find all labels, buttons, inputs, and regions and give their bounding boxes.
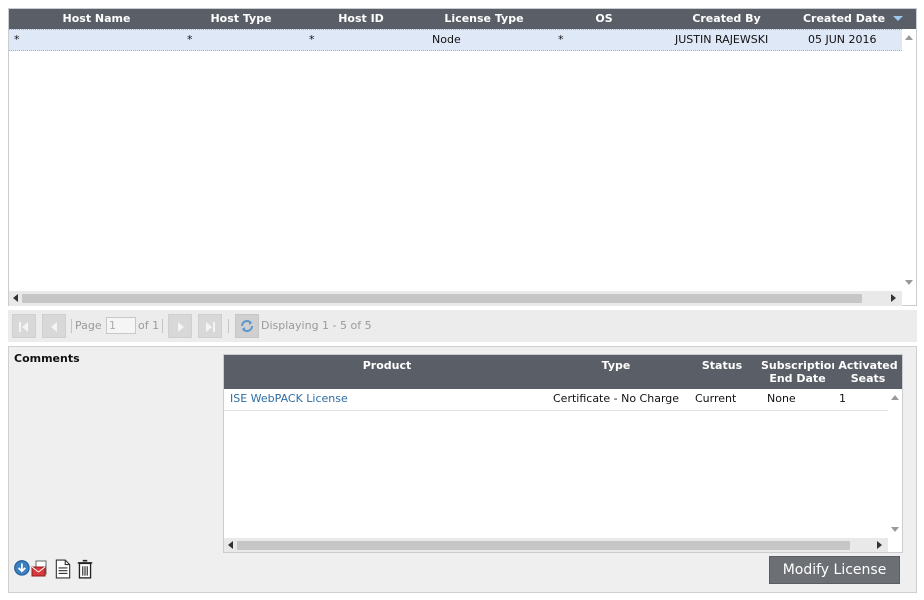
activated-header-line2: Seats <box>850 372 886 385</box>
activated-header-line1: Activated <box>838 359 898 372</box>
license-grid-vertical-scrollbar[interactable] <box>902 29 916 291</box>
table-row[interactable]: ISE WebPACK License Certificate - No Cha… <box>224 389 888 411</box>
previous-page-button[interactable] <box>42 314 66 338</box>
license-grid-horizontal-scrollbar[interactable] <box>9 291 902 306</box>
column-header-product[interactable]: Product <box>224 359 550 372</box>
refresh-button[interactable] <box>235 314 259 338</box>
displaying-status: Displaying 1 - 5 of 5 <box>261 319 372 332</box>
scrollbar-thumb[interactable] <box>237 541 850 550</box>
cell-host-id: * <box>309 33 315 46</box>
scroll-up-icon[interactable] <box>905 35 913 40</box>
last-page-button[interactable] <box>198 314 222 338</box>
column-header-type[interactable]: Type <box>550 359 682 372</box>
cell-activated-seats: 1 <box>839 392 846 405</box>
refresh-icon <box>241 320 253 332</box>
page-label: Page <box>75 319 102 332</box>
cell-status: Current <box>695 392 737 405</box>
cell-os: * <box>558 33 564 46</box>
column-header-created-date[interactable]: Created Date <box>799 9 889 29</box>
sort-descending-icon[interactable] <box>893 16 903 21</box>
toolbar-separator <box>162 319 163 333</box>
download-icon[interactable] <box>14 559 32 579</box>
product-grid: Product Type Status Subscription End Dat… <box>223 354 903 553</box>
toolbar-separator <box>228 319 229 333</box>
column-header-subscription-end-date[interactable]: Subscription End Date <box>761 359 834 385</box>
column-header-host-type[interactable]: Host Type <box>184 9 298 29</box>
column-header-host-name[interactable]: Host Name <box>9 9 184 29</box>
scrollbar-thumb[interactable] <box>22 294 862 303</box>
scroll-up-icon[interactable] <box>891 395 899 400</box>
column-header-activated-seats[interactable]: Activated Seats <box>834 359 902 385</box>
license-grid-header: Host Name Host Type Host ID License Type… <box>9 9 916 29</box>
table-row[interactable]: * * * Node * JUSTIN RAJEWSKI 05 JUN 2016 <box>9 29 902 51</box>
product-link[interactable]: ISE WebPACK License <box>230 392 348 406</box>
page-count-label: of 1 <box>138 319 160 332</box>
cell-subscription-end-date: None <box>767 392 796 405</box>
cell-created-date: 05 JUN 2016 <box>808 33 877 46</box>
scroll-right-icon[interactable] <box>877 541 882 549</box>
column-header-license-type[interactable]: License Type <box>424 9 544 29</box>
page-number-input[interactable] <box>106 317 136 334</box>
product-grid-vertical-scrollbar[interactable] <box>888 389 902 538</box>
subscription-header-line2: End Date <box>769 372 826 385</box>
subscription-header-line1: Subscription <box>761 359 834 372</box>
cell-created-by: JUSTIN RAJEWSKI <box>675 33 769 46</box>
scroll-left-icon[interactable] <box>228 541 233 549</box>
document-icon[interactable] <box>54 559 72 579</box>
column-header-created-by[interactable]: Created By <box>664 9 789 29</box>
column-header-os[interactable]: OS <box>544 9 664 29</box>
next-page-button[interactable] <box>168 314 192 338</box>
cell-host-name: * <box>14 33 20 46</box>
cell-type: Certificate - No Charge <box>553 392 680 405</box>
first-page-button[interactable] <box>12 314 36 338</box>
column-header-status[interactable]: Status <box>689 359 755 372</box>
product-grid-horizontal-scrollbar[interactable] <box>224 538 888 552</box>
email-pdf-icon[interactable] <box>31 559 49 579</box>
scroll-left-icon[interactable] <box>13 294 18 302</box>
scroll-down-icon[interactable] <box>905 280 913 285</box>
product-grid-header: Product Type Status Subscription End Dat… <box>224 355 902 389</box>
cell-license-type: Node <box>432 33 461 46</box>
modify-license-button[interactable]: Modify License <box>769 556 900 584</box>
cell-host-type: * <box>187 33 193 46</box>
license-grid: Host Name Host Type Host ID License Type… <box>8 8 917 306</box>
comments-label: Comments <box>14 352 80 365</box>
scroll-right-icon[interactable] <box>891 294 896 302</box>
column-header-host-id[interactable]: Host ID <box>298 9 424 29</box>
scroll-down-icon[interactable] <box>891 527 899 532</box>
trash-icon[interactable] <box>76 559 94 579</box>
toolbar-separator <box>71 319 72 333</box>
paging-toolbar: Page of 1 Displaying 1 - 5 of 5 <box>8 310 917 342</box>
details-panel: Comments Product Type Status Subscriptio… <box>8 346 917 593</box>
